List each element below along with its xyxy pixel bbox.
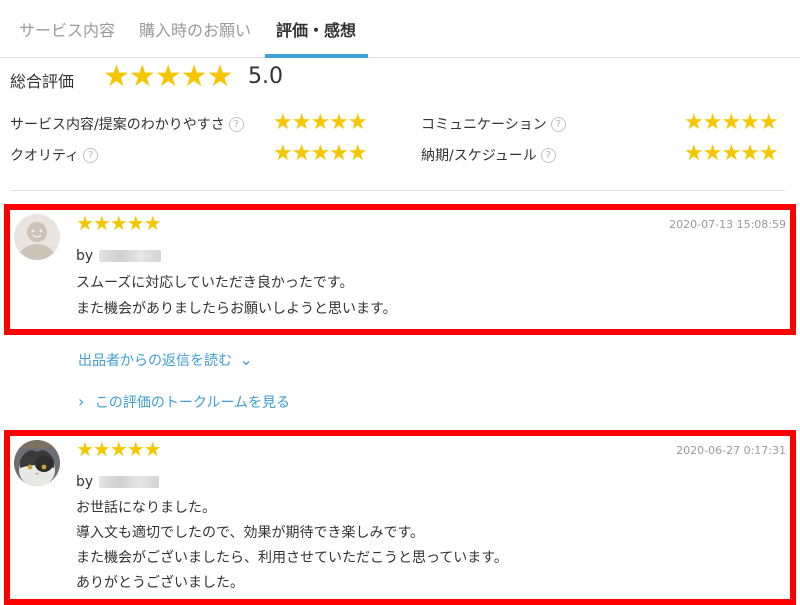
criterion-clarity: サービス内容/提案のわかりやすさ ? bbox=[10, 114, 244, 134]
blurred-username bbox=[99, 250, 162, 262]
criterion-label: クオリティ bbox=[10, 148, 80, 164]
tab-bar: サービス内容 購入時のお願い 評価・感想 bbox=[0, 0, 800, 58]
blurred-username bbox=[99, 476, 160, 488]
by-label: by bbox=[76, 248, 94, 264]
read-seller-reply-link[interactable]: 出品者からの返信を読む ⌄ bbox=[78, 350, 253, 370]
review-stars: ★★★★★ bbox=[76, 211, 162, 235]
help-icon[interactable]: ? bbox=[550, 116, 566, 132]
view-talkroom-link[interactable]: › この評価のトークルームを見る bbox=[78, 392, 290, 412]
review-text-line: また機会がございましたら、利用させていただこうと思っています。 bbox=[76, 550, 508, 566]
review-author: by bbox=[76, 248, 162, 264]
help-icon[interactable]: ? bbox=[540, 147, 556, 163]
review-author: by bbox=[76, 474, 160, 490]
review-date: 2020-07-13 15:08:59 bbox=[669, 218, 786, 231]
review-text-line: 導入文も適切でしたので、効果が期待でき楽しみです。 bbox=[76, 525, 425, 541]
criterion-label: サービス内容/提案のわかりやすさ bbox=[10, 117, 225, 133]
chevron-down-icon: ⌄ bbox=[239, 350, 253, 369]
review-date: 2020-06-27 0:17:31 bbox=[676, 444, 786, 457]
active-tab-indicator bbox=[265, 54, 368, 58]
chevron-right-icon: › bbox=[78, 392, 85, 411]
review-stars: ★★★★★ bbox=[76, 437, 162, 461]
review-text-line: スムーズに対応していただき良かったです。 bbox=[76, 275, 354, 291]
help-icon[interactable]: ? bbox=[228, 116, 244, 132]
review-item: ★★★★★ 2020-07-13 15:08:59 by スムーズに対応していた… bbox=[4, 204, 796, 335]
avatar bbox=[14, 440, 60, 486]
view-talkroom-label: この評価のトークルームを見る bbox=[94, 395, 291, 411]
tab-service-details[interactable]: サービス内容 bbox=[19, 17, 115, 41]
tab-reviews[interactable]: 評価・感想 bbox=[276, 17, 356, 41]
help-icon[interactable]: ? bbox=[83, 147, 99, 163]
avatar bbox=[14, 214, 60, 260]
by-label: by bbox=[76, 474, 94, 490]
criterion-stars: ★★★★★ bbox=[684, 141, 779, 166]
criterion-quality: クオリティ ? bbox=[10, 145, 99, 165]
divider bbox=[10, 190, 785, 191]
criterion-communication: コミュニケーション ? bbox=[421, 114, 566, 134]
tab-purchase-requests[interactable]: 購入時のお願い bbox=[139, 17, 251, 41]
criterion-stars: ★★★★★ bbox=[273, 110, 368, 135]
review-text-line: お世話になりました。 bbox=[76, 500, 216, 516]
overall-score: 5.0 bbox=[248, 64, 283, 89]
criterion-label: 納期/スケジュール bbox=[421, 148, 537, 164]
criterion-stars: ★★★★★ bbox=[684, 110, 779, 135]
overall-stars: ★★★★★ bbox=[103, 59, 233, 94]
criterion-stars: ★★★★★ bbox=[273, 141, 368, 166]
criterion-schedule: 納期/スケジュール ? bbox=[421, 145, 556, 165]
criterion-label: コミュニケーション bbox=[421, 117, 547, 133]
overall-rating-label: 総合評価 bbox=[10, 72, 75, 91]
read-seller-reply-label: 出品者からの返信を読む bbox=[78, 353, 232, 369]
review-text-line: ありがとうございました。 bbox=[76, 575, 244, 591]
review-text-line: また機会がありましたらお願いしようと思います。 bbox=[76, 301, 397, 317]
review-item: ★★★★★ 2020-06-27 0:17:31 by お世話になりました。 導… bbox=[4, 430, 796, 605]
